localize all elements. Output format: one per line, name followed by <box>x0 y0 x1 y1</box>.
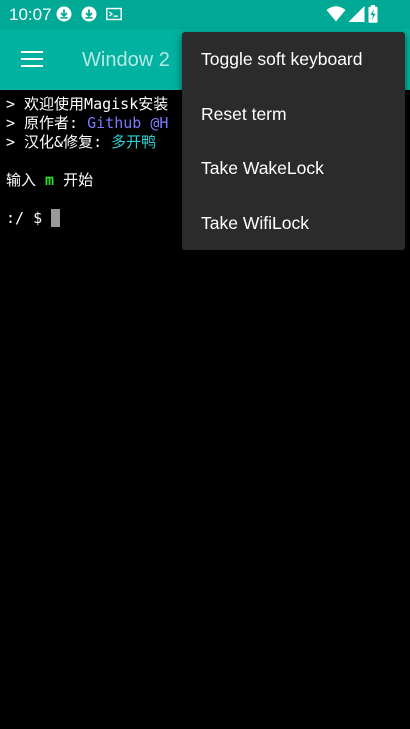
terminal-line: > 欢迎使用Magisk安装 <box>6 95 168 113</box>
terminal-cursor <box>51 209 61 227</box>
translator-text: 多开鸭 <box>111 133 157 151</box>
status-time: 10:07 <box>9 5 52 24</box>
overflow-menu: Toggle soft keyboard Reset term Take Wak… <box>182 32 405 250</box>
menu-item-toggle-soft-keyboard[interactable]: Toggle soft keyboard <box>182 32 405 87</box>
download-icon <box>56 6 72 22</box>
menu-item-take-wakelock[interactable]: Take WakeLock <box>182 141 405 196</box>
menu-item-take-wifilock[interactable]: Take WifiLock <box>182 196 405 251</box>
status-bar: 10:07 <box>0 0 410 29</box>
terminal-line: > 汉化&修复: 多开鸭 <box>6 133 156 151</box>
window-title[interactable]: Window 2 <box>82 47 170 73</box>
terminal-line: 输入 m 开始 <box>6 171 93 189</box>
command-key: m <box>45 171 55 189</box>
menu-icon[interactable] <box>21 50 43 68</box>
shell-prompt: :/ $ <box>6 209 52 227</box>
terminal-text: > 汉化&修复: <box>6 133 112 151</box>
wifi-icon <box>326 6 346 22</box>
terminal-line: > 原作者: Github @H <box>6 114 168 132</box>
menu-item-reset-term[interactable]: Reset term <box>182 87 405 142</box>
terminal-text: 输入 <box>6 171 46 189</box>
terminal-text: > 原作者: <box>6 114 88 132</box>
battery-charging-icon <box>368 5 378 23</box>
download-icon <box>81 6 97 22</box>
signal-icon <box>348 6 365 22</box>
terminal-prompt-line: :/ $ <box>6 209 61 227</box>
terminal-text: > 欢迎使用Magisk安装 <box>6 95 169 113</box>
terminal-icon <box>106 7 122 21</box>
terminal-text: 开始 <box>54 171 94 189</box>
author-link-text: Github @H <box>87 114 169 132</box>
